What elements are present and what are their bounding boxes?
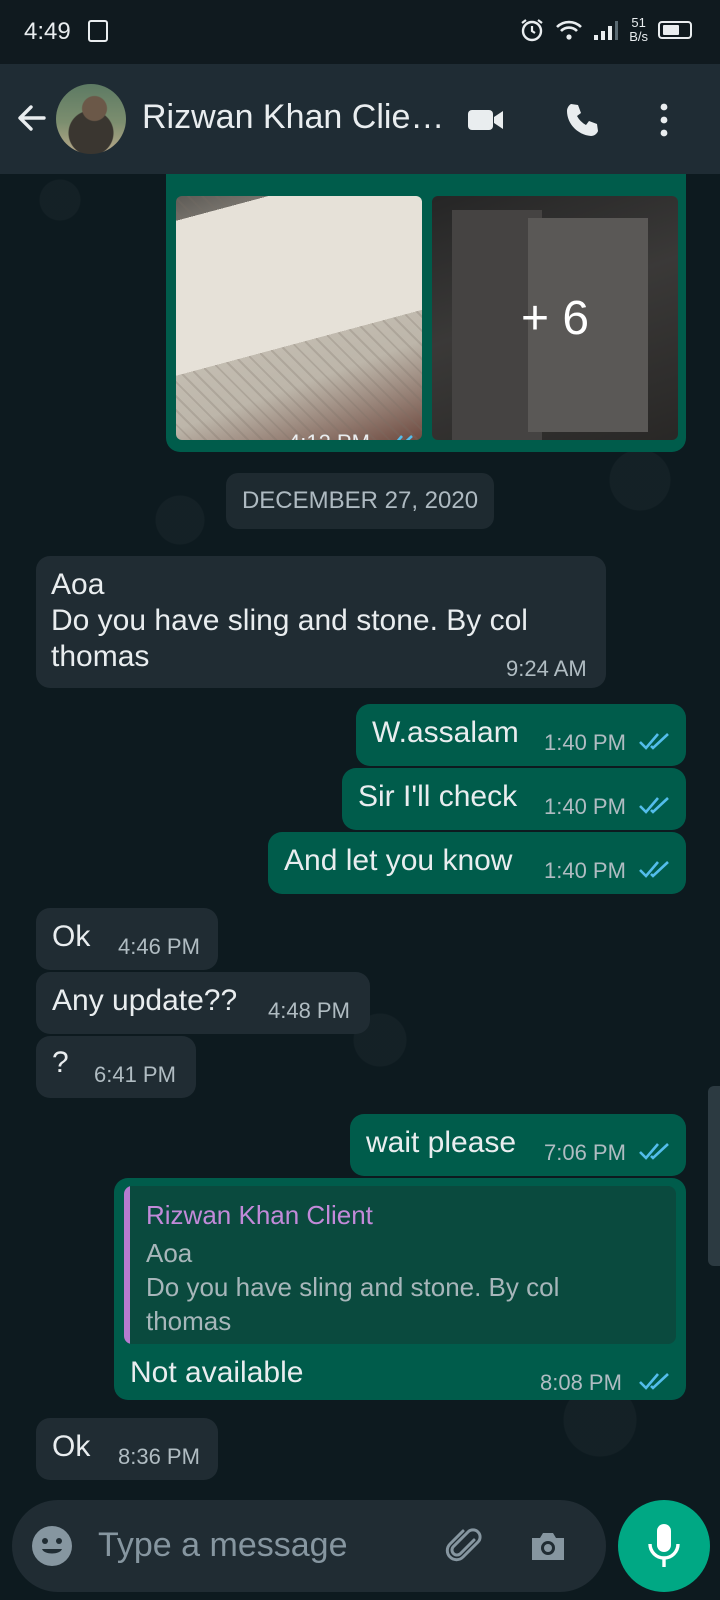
read-ticks-icon	[639, 797, 669, 814]
message-bubble-incoming[interactable]: Any update?? 4:48 PM	[36, 972, 370, 1034]
quote-bar	[124, 1186, 130, 1344]
read-ticks-icon	[396, 435, 413, 440]
media-time: 4:12 PM	[288, 430, 370, 440]
status-time: 4:49	[24, 18, 71, 45]
message-bubble-outgoing[interactable]: And let you know 1:40 PM	[268, 832, 686, 894]
media-group-bubble[interactable]: 4:12 PM + 6	[166, 174, 686, 452]
contact-avatar[interactable]	[56, 84, 126, 154]
message-composer[interactable]: Type a message	[12, 1500, 606, 1592]
network-speed-unit: B/s	[629, 29, 648, 44]
message-time: 4:46 PM	[118, 934, 200, 959]
voice-call-icon[interactable]	[562, 100, 602, 140]
read-ticks-icon	[639, 861, 669, 878]
battery-icon	[658, 21, 692, 39]
message-text-line: Do you have sling and stone. By col	[51, 604, 528, 637]
message-text: wait please	[366, 1126, 517, 1159]
chat-header: Rizwan Khan Clie…	[0, 64, 720, 174]
network-speed: 51 B/s	[629, 16, 648, 44]
message-time: 4:48 PM	[268, 998, 350, 1023]
message-bubble-outgoing[interactable]: wait please 7:06 PM	[350, 1114, 686, 1176]
back-arrow-icon[interactable]	[14, 100, 50, 136]
quoted-message[interactable]: Rizwan Khan Client Aoa Do you have sling…	[124, 1186, 676, 1344]
message-time: 6:41 PM	[94, 1062, 176, 1087]
message-bubble-incoming[interactable]: ? 6:41 PM	[36, 1036, 196, 1098]
quoted-sender-name: Rizwan Khan Client	[146, 1200, 373, 1230]
camera-icon[interactable]	[526, 1524, 570, 1568]
wifi-icon	[556, 20, 583, 40]
quoted-text-line: thomas	[146, 1306, 232, 1336]
message-time: 7:06 PM	[544, 1140, 626, 1165]
message-bubble-incoming[interactable]: Ok 8:36 PM	[36, 1418, 218, 1480]
message-time: 1:40 PM	[544, 730, 626, 755]
status-bar: 4:49 51 B/s	[0, 0, 720, 64]
message-text: Any update??	[52, 984, 238, 1017]
more-photos-overlay[interactable]: + 6	[432, 196, 678, 440]
message-time: 9:24 AM	[506, 656, 587, 681]
message-bubble-outgoing[interactable]: W.assalam 1:40 PM	[356, 704, 686, 766]
message-bubble-outgoing[interactable]: Sir I'll check 1:40 PM	[342, 768, 686, 830]
message-text-line: Aoa	[51, 568, 105, 601]
message-text: Sir I'll check	[358, 780, 518, 813]
message-text: Ok	[52, 920, 91, 953]
message-text: Ok	[52, 1430, 91, 1463]
sim-icon	[88, 20, 108, 42]
photo-map-book[interactable]: 4:12 PM	[176, 196, 422, 440]
mic-icon	[648, 1524, 680, 1567]
signal-icon	[594, 21, 619, 40]
message-time: 1:40 PM	[544, 858, 626, 883]
alarm-icon	[521, 19, 543, 42]
message-text-line: thomas	[51, 640, 150, 673]
quoted-text-line: Do you have sling and stone. By col	[146, 1272, 560, 1302]
video-call-icon[interactable]	[466, 100, 506, 140]
fast-scroll-handle[interactable]	[708, 1086, 720, 1266]
read-ticks-icon	[639, 1143, 669, 1160]
message-time: 1:40 PM	[544, 794, 626, 819]
message-time: 8:36 PM	[118, 1444, 200, 1469]
message-time: 8:08 PM	[540, 1370, 622, 1395]
voice-record-button[interactable]	[618, 1500, 710, 1592]
quoted-text-line: Aoa	[146, 1238, 193, 1268]
contact-name[interactable]: Rizwan Khan Clie…	[142, 98, 442, 137]
message-text: ?	[52, 1046, 69, 1079]
message-text: And let you know	[284, 844, 513, 877]
more-options-icon[interactable]	[644, 100, 684, 140]
network-speed-value: 51	[631, 15, 646, 30]
message-bubble-incoming[interactable]: Ok 4:46 PM	[36, 908, 218, 970]
attach-icon[interactable]	[444, 1524, 488, 1568]
message-text: Not available	[130, 1356, 304, 1389]
date-separator: DECEMBER 27, 2020	[226, 473, 494, 529]
message-text: W.assalam	[372, 716, 519, 749]
read-ticks-icon	[639, 1373, 669, 1390]
message-bubble-incoming[interactable]: Aoa Do you have sling and stone. By col …	[36, 556, 606, 688]
message-input[interactable]: Type a message	[98, 1526, 347, 1565]
photo-holocaust-book[interactable]: + 6	[432, 196, 678, 440]
emoji-icon[interactable]	[30, 1524, 74, 1568]
read-ticks-icon	[639, 733, 669, 750]
